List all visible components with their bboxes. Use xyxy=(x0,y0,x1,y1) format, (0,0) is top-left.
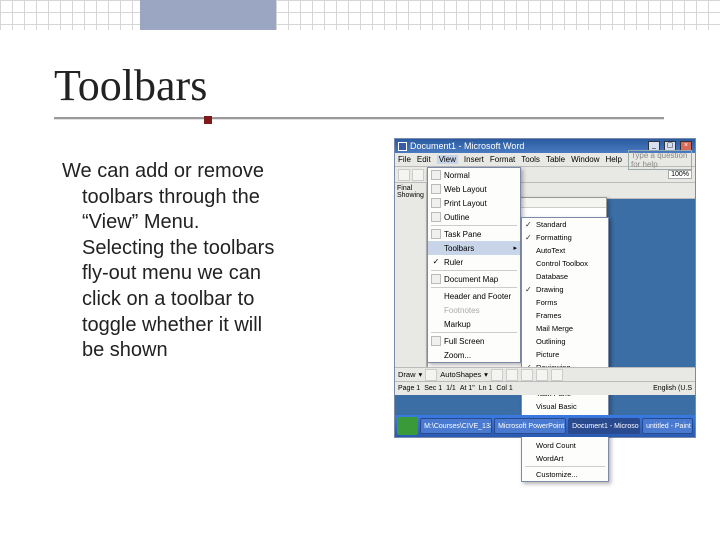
view-menu-dropdown: NormalWeb LayoutPrint LayoutOutline Task … xyxy=(427,167,521,363)
view-menu-item[interactable]: Markup xyxy=(428,317,520,331)
help-search[interactable]: Type a question for help xyxy=(628,150,692,170)
toolbar-flyout-item[interactable]: Control Toolbox xyxy=(522,257,608,270)
line-icon[interactable] xyxy=(491,369,503,381)
toolbar-flyout-item[interactable]: Picture xyxy=(522,348,608,361)
taskbar-item-active[interactable]: Document1 - Microso... xyxy=(568,418,640,434)
toolbar-flyout-item[interactable]: WordArt xyxy=(522,452,608,465)
toolbar-flyout-item[interactable]: AutoText xyxy=(522,244,608,257)
decorative-block xyxy=(140,0,276,30)
view-menu-item[interactable]: Full Screen xyxy=(428,334,520,348)
status-sec: Sec 1 xyxy=(424,385,442,392)
menu-table[interactable]: Table xyxy=(546,155,565,164)
toolbar-flyout-item[interactable]: Frames xyxy=(522,309,608,322)
menu-insert[interactable]: Insert xyxy=(464,155,484,164)
view-menu-item[interactable]: Footnotes xyxy=(428,303,520,317)
toolbar-flyout-item[interactable]: Customize... xyxy=(522,468,608,481)
toolbar-flyout-item[interactable]: Database xyxy=(522,270,608,283)
draw-button[interactable]: Draw xyxy=(398,370,416,379)
windows-taskbar: M:\Courses\CIVE_1331\... Microsoft Power… xyxy=(395,415,695,437)
toolbar-flyout-item[interactable]: Word Count xyxy=(522,439,608,452)
toolbar-flyout-item[interactable]: Mail Merge xyxy=(522,322,608,335)
textbox-icon[interactable] xyxy=(551,369,563,381)
new-icon[interactable] xyxy=(398,169,410,181)
taskbar-item[interactable]: untitled - Paint xyxy=(642,418,693,434)
status-page: Page 1 xyxy=(398,385,420,392)
menu-view[interactable]: View xyxy=(437,155,458,164)
toolbar-flyout-item[interactable]: ✓Drawing xyxy=(522,283,608,296)
menu-help[interactable]: Help xyxy=(606,155,622,164)
toolbar-flyout-item[interactable]: ✓Formatting xyxy=(522,231,608,244)
view-menu-item[interactable]: Header and Footer xyxy=(428,289,520,303)
open-icon[interactable] xyxy=(412,169,424,181)
toolbar-flyout-item[interactable]: Outlining xyxy=(522,335,608,348)
status-ln: Ln 1 xyxy=(479,385,493,392)
taskbar-item[interactable]: M:\Courses\CIVE_1331\... xyxy=(420,418,492,434)
toolbars-flyout: ✓Standard✓FormattingAutoTextControl Tool… xyxy=(521,217,609,482)
menu-tools[interactable]: Tools xyxy=(521,155,540,164)
arrow-icon[interactable] xyxy=(506,369,518,381)
view-menu-item[interactable]: ✓Ruler xyxy=(428,255,520,269)
menubar: File Edit View Insert Format Tools Table… xyxy=(395,153,695,167)
taskbar-item[interactable]: Microsoft PowerPoint - [... xyxy=(494,418,566,434)
rect-icon[interactable] xyxy=(521,369,533,381)
view-menu-item[interactable]: Print Layout xyxy=(428,196,520,210)
word-icon xyxy=(398,142,407,151)
status-lang: English (U.S xyxy=(653,385,692,392)
status-pos: 1/1 xyxy=(446,385,456,392)
status-at: At 1" xyxy=(460,385,475,392)
oval-icon[interactable] xyxy=(536,369,548,381)
view-menu-item[interactable]: Toolbars▸ xyxy=(428,241,520,255)
drawing-toolbar: Draw ▾ AutoShapes ▾ xyxy=(395,367,695,381)
menu-format[interactable]: Format xyxy=(490,155,515,164)
toolbar-flyout-item[interactable]: Forms xyxy=(522,296,608,309)
slide-title: Toolbars xyxy=(54,60,700,115)
start-button[interactable] xyxy=(397,417,418,435)
embedded-screenshot: Document1 - Microsoft Word _ ▢ × File Ed… xyxy=(394,138,696,438)
decorative-grid xyxy=(0,0,720,30)
menu-window[interactable]: Window xyxy=(571,155,599,164)
reviewing-pane: Final Showing xyxy=(395,183,427,381)
view-menu-item[interactable]: Zoom... xyxy=(428,348,520,362)
menu-edit[interactable]: Edit xyxy=(417,155,431,164)
title-underline xyxy=(54,117,664,119)
view-menu-item[interactable]: Web Layout xyxy=(428,182,520,196)
view-menu-item[interactable]: Normal xyxy=(428,168,520,182)
zoom-control[interactable]: 100% xyxy=(668,170,692,179)
toolbar-flyout-item[interactable]: ✓Standard xyxy=(522,218,608,231)
view-menu-item[interactable]: Outline xyxy=(428,210,520,224)
side-label: Final Showing xyxy=(397,185,424,199)
select-icon[interactable] xyxy=(425,369,437,381)
status-bar: Page 1 Sec 1 1/1 At 1" Ln 1 Col 1 Englis… xyxy=(395,381,695,395)
toolbar-flyout-item[interactable]: Visual Basic xyxy=(522,400,608,413)
view-menu-item[interactable]: Task Pane xyxy=(428,227,520,241)
window-title: Document1 - Microsoft Word xyxy=(410,141,524,151)
menu-file[interactable]: File xyxy=(398,155,411,164)
view-menu-item[interactable]: Document Map xyxy=(428,272,520,286)
status-col: Col 1 xyxy=(496,385,512,392)
autoshapes-button[interactable]: AutoShapes xyxy=(440,370,481,379)
accent-square xyxy=(204,116,212,124)
slide-body: We can add or remove toolbars through th… xyxy=(54,159,374,364)
